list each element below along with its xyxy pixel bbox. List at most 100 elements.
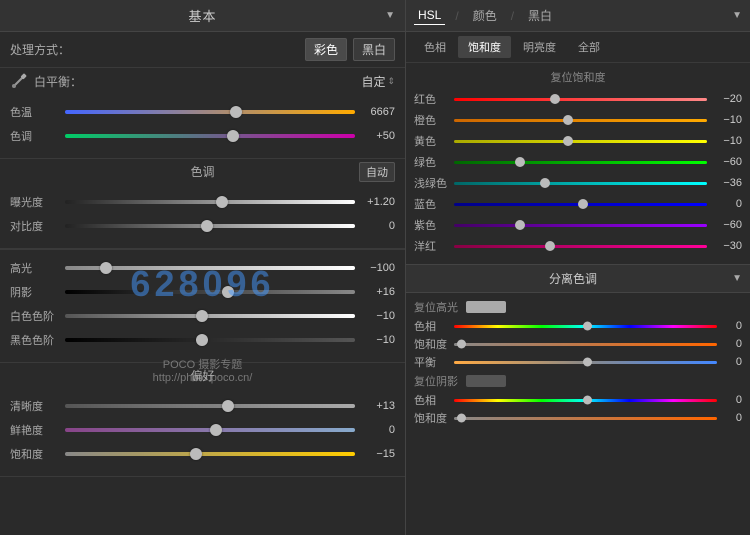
temp-slider[interactable] [65, 105, 355, 119]
process-bw-btn[interactable]: 黑白 [353, 38, 395, 61]
split-sh-hue-row: 色相 0 [414, 392, 742, 408]
pref-sliders: 清晰度 +13 鲜艳度 0 饱和度 [0, 388, 405, 477]
hsl-green-slider[interactable] [454, 156, 707, 168]
basic-section-header: 基本 ▼ [0, 0, 405, 32]
saturation-label: 饱和度 [10, 446, 65, 462]
contrast-value: 0 [355, 220, 395, 232]
hsl-red-value: −20 [707, 93, 742, 105]
split-hl-sat-slider[interactable] [454, 339, 717, 349]
highlight-color-box[interactable] [466, 301, 506, 313]
tint-row: 色调 +50 [10, 126, 395, 146]
split-balance-label: 平衡 [414, 354, 454, 370]
tint-label: 色调 [10, 128, 65, 144]
split-sh-hue-slider[interactable] [454, 395, 717, 405]
right-arrow[interactable]: ▼ [732, 10, 742, 21]
wb-value[interactable]: 自定 [361, 73, 385, 90]
luminance-tab[interactable]: 明亮度 [513, 36, 566, 58]
split-hl-sat-label: 饱和度 [414, 336, 454, 352]
shadow-color-box[interactable] [466, 375, 506, 387]
split-balance-slider[interactable] [454, 357, 717, 367]
whites-label: 白色色阶 [10, 308, 65, 324]
vibrance-slider[interactable] [65, 423, 355, 437]
wb-sliders: 色温 6667 色调 +50 [0, 94, 405, 159]
process-color-btn[interactable]: 彩色 [305, 38, 347, 61]
hsl-purple-slider[interactable] [454, 219, 707, 231]
hsl-yellow-value: −10 [707, 135, 742, 147]
tone-auto-btn[interactable]: 自动 [359, 162, 395, 182]
color-tab-main[interactable]: 颜色 [469, 5, 501, 26]
split-sh-sat-value: 0 [717, 412, 742, 424]
hsl-red-row: 红色 −20 [414, 90, 742, 108]
process-row: 处理方式： 彩色 黑白 [0, 32, 405, 68]
all-tab[interactable]: 全部 [568, 36, 610, 58]
temp-row: 色温 6667 [10, 102, 395, 122]
hsl-purple-label: 紫色 [414, 217, 454, 233]
split-balance-value: 0 [717, 356, 742, 368]
tone-sliders: 曝光度 +1.20 对比度 0 [0, 184, 405, 249]
clarity-row: 清晰度 +13 [10, 396, 395, 416]
bw-tab-main[interactable]: 黑白 [524, 5, 556, 26]
split-shadow-header: 复位阴影 [414, 373, 742, 389]
split-balance-row: 平衡 0 [414, 354, 742, 370]
split-hl-sat-row: 饱和度 0 [414, 336, 742, 352]
hsl-yellow-row: 黄色 −10 [414, 132, 742, 150]
hsl-blue-label: 蓝色 [414, 196, 454, 212]
hsl-orange-row: 橙色 −10 [414, 111, 742, 129]
hsl-green-value: −60 [707, 156, 742, 168]
basic-title: 基本 [188, 6, 216, 25]
split-highlight-title: 复位高光 [414, 299, 458, 315]
blacks-value: −10 [355, 334, 395, 346]
hsl-blue-value: 0 [707, 198, 742, 210]
eyedropper-icon[interactable] [10, 72, 28, 90]
hsl-magenta-value: −30 [707, 240, 742, 252]
hlsw-sliders: 高光 −100 阴影 +16 白色色阶 [0, 249, 405, 363]
hsl-yellow-slider[interactable] [454, 135, 707, 147]
shadow-value: +16 [355, 286, 395, 298]
saturation-value: −15 [355, 448, 395, 460]
shadow-label: 阴影 [10, 284, 65, 300]
tone-label: 色调 [190, 163, 214, 180]
blacks-slider[interactable] [65, 333, 355, 347]
saturation-slider[interactable] [65, 447, 355, 461]
split-tone-title: 分离色调 [549, 270, 597, 287]
highlight-slider[interactable] [65, 261, 355, 275]
split-sh-sat-label: 饱和度 [414, 410, 454, 426]
temp-label: 色温 [10, 104, 65, 120]
hsl-orange-label: 橙色 [414, 112, 454, 128]
split-sh-hue-value: 0 [717, 394, 742, 406]
hsl-blue-slider[interactable] [454, 198, 707, 210]
whites-slider[interactable] [65, 309, 355, 323]
whites-value: −10 [355, 310, 395, 322]
vibrance-value: 0 [355, 424, 395, 436]
split-arrow[interactable]: ▼ [732, 273, 742, 284]
hsl-magenta-slider[interactable] [454, 240, 707, 252]
split-section: 复位高光 色相 0 饱和度 0 平衡 [406, 293, 750, 431]
hsl-tab-main[interactable]: HSL [414, 6, 445, 25]
hsl-magenta-row: 洋红 −30 [414, 237, 742, 255]
process-label: 处理方式： [10, 41, 70, 58]
split-hl-sat-value: 0 [717, 338, 742, 350]
clarity-value: +13 [355, 400, 395, 412]
contrast-slider[interactable] [65, 219, 355, 233]
exp-slider[interactable] [65, 195, 355, 209]
wb-select-arrow[interactable]: ⇕ [387, 76, 395, 87]
clarity-slider[interactable] [65, 399, 355, 413]
tint-slider[interactable] [65, 129, 355, 143]
hsl-aqua-slider[interactable] [454, 177, 707, 189]
split-hl-hue-value: 0 [717, 320, 742, 332]
basic-arrow[interactable]: ▼ [385, 10, 395, 21]
hsl-orange-slider[interactable] [454, 114, 707, 126]
shadow-slider[interactable] [65, 285, 355, 299]
hue-tab[interactable]: 色相 [414, 36, 456, 58]
hsl-red-slider[interactable] [454, 93, 707, 105]
split-hl-hue-slider[interactable] [454, 321, 717, 331]
saturation-tab[interactable]: 饱和度 [458, 36, 511, 58]
hsl-purple-value: −60 [707, 219, 742, 231]
split-sh-sat-slider[interactable] [454, 413, 717, 423]
hsl-red-label: 红色 [414, 91, 454, 107]
vibrance-row: 鲜艳度 0 [10, 420, 395, 440]
vibrance-label: 鲜艳度 [10, 422, 65, 438]
contrast-label: 对比度 [10, 218, 65, 234]
hsl-magenta-label: 洋红 [414, 238, 454, 254]
tone-sub-header: 色调 自动 [0, 159, 405, 184]
